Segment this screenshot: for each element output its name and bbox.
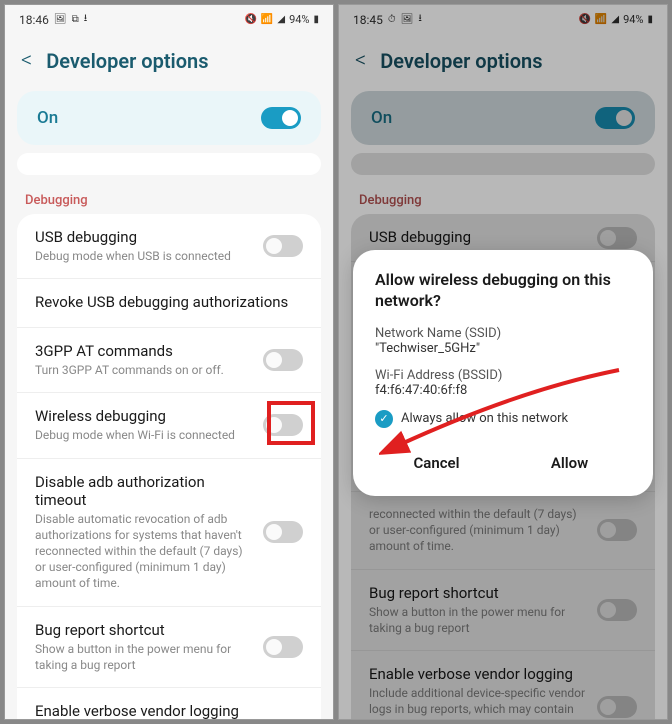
ssid-value: "Techwiser_5GHz": [375, 341, 631, 356]
dialog-title: Allow wireless debugging on this network…: [375, 270, 631, 312]
row-adb-timeout[interactable]: Disable adb authorization timeout Disabl…: [17, 459, 321, 607]
image-icon: 🖼: [54, 14, 67, 25]
card-peek: [17, 153, 321, 175]
master-toggle[interactable]: [261, 107, 301, 129]
bssid-value: f4:f6:47:40:6f:f8: [375, 383, 631, 398]
status-time: 18:46: [19, 13, 49, 27]
battery-icon: ▮: [313, 14, 319, 25]
phone-right: 18:45 ⏱ 🖼 ⭳ 🔇 📶 ◢ 94% ▮ < Developer opti…: [338, 4, 668, 720]
on-label: On: [37, 108, 58, 128]
back-icon[interactable]: <: [21, 48, 32, 73]
row-revoke-usb[interactable]: Revoke USB debugging authorizations: [17, 279, 321, 328]
toggle-bug-report[interactable]: [263, 636, 303, 658]
toggle-usb-debugging[interactable]: [263, 235, 303, 257]
mute-icon: 🔇: [244, 14, 256, 25]
wireless-debugging-dialog: Allow wireless debugging on this network…: [353, 250, 653, 496]
allow-button[interactable]: Allow: [508, 444, 631, 482]
toggle-3gpp[interactable]: [263, 349, 303, 371]
bssid-label: Wi-Fi Address (BSSID): [375, 368, 631, 383]
section-debugging: Debugging: [5, 183, 333, 214]
checkbox-checked-icon[interactable]: ✓: [375, 410, 393, 428]
cancel-button[interactable]: Cancel: [375, 444, 498, 482]
page-title: Developer options: [46, 49, 208, 73]
row-3gpp[interactable]: 3GPP AT commands Turn 3GPP AT commands o…: [17, 328, 321, 393]
always-allow-row[interactable]: ✓ Always allow on this network: [375, 410, 631, 428]
toggle-adb-timeout[interactable]: [263, 521, 303, 543]
highlight-wireless-toggle: [267, 401, 315, 445]
row-usb-debugging[interactable]: USB debugging Debug mode when USB is con…: [17, 214, 321, 279]
header: < Developer options: [5, 34, 333, 87]
settings-card: USB debugging Debug mode when USB is con…: [17, 214, 321, 720]
master-toggle-bar[interactable]: On: [17, 91, 321, 145]
screenshot-icon: ⧉: [72, 14, 79, 25]
row-verbose-logging[interactable]: Enable verbose vendor logging Include ad…: [17, 688, 321, 720]
status-bar: 18:46 🖼 ⧉ ⭳ 🔇 📶 ◢ 94% ▮: [5, 5, 333, 34]
battery-pct: 94%: [289, 13, 309, 26]
row-bug-report[interactable]: Bug report shortcut Show a button in the…: [17, 607, 321, 688]
ssid-label: Network Name (SSID): [375, 326, 631, 341]
signal-icon: ◢: [277, 14, 285, 25]
always-allow-label: Always allow on this network: [401, 411, 568, 426]
download-icon: ⭳: [84, 11, 88, 28]
phone-left: 18:46 🖼 ⧉ ⭳ 🔇 📶 ◢ 94% ▮ < Developer opti…: [4, 4, 334, 720]
wifi-icon: 📶: [261, 14, 273, 25]
row-wireless-debugging[interactable]: Wireless debugging Debug mode when Wi-Fi…: [17, 393, 321, 458]
